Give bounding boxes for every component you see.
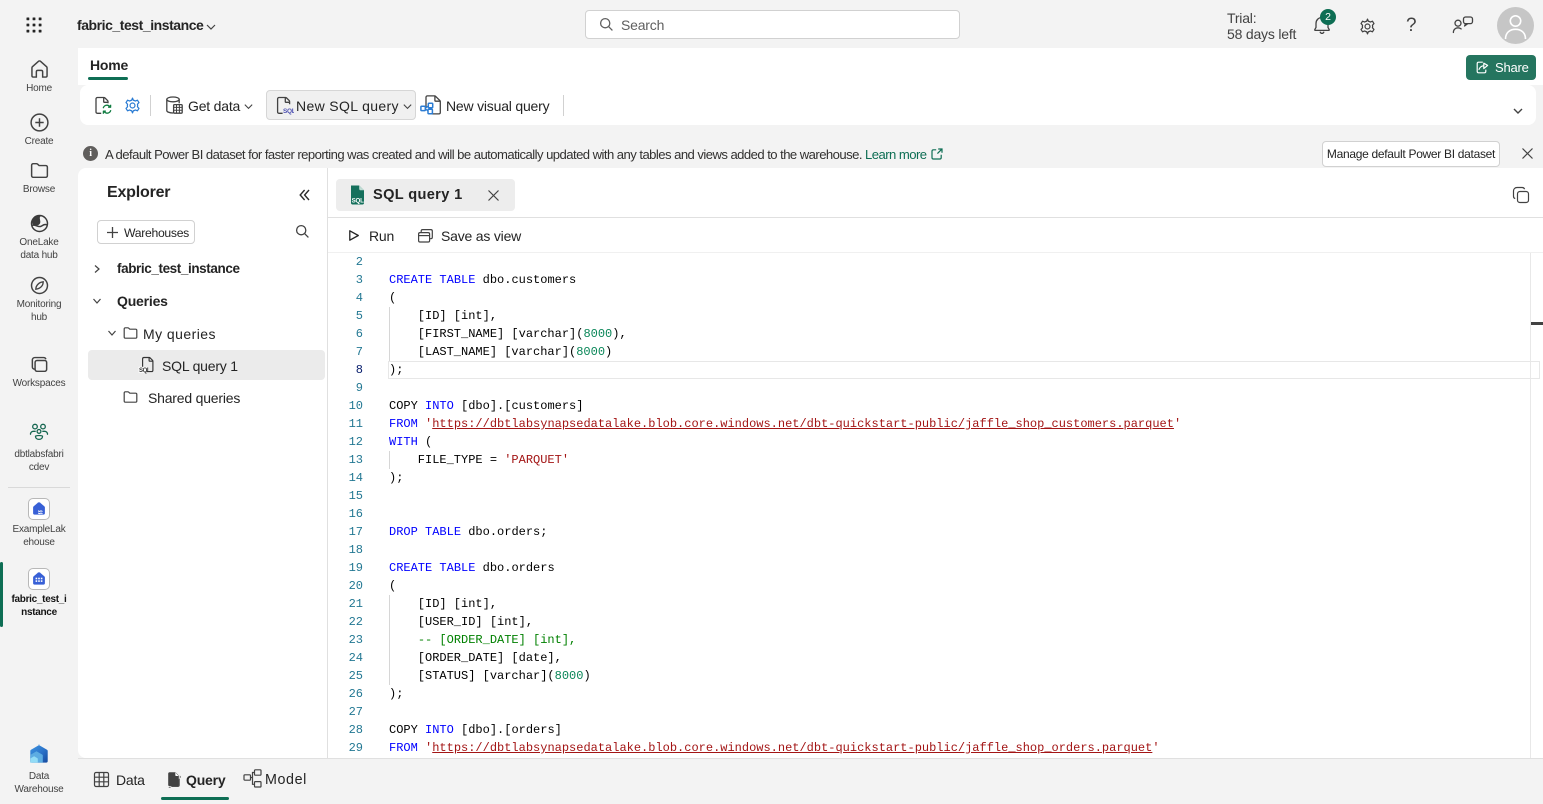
svg-text:SQL: SQL [352,198,365,205]
svg-text:SQL: SQL [139,368,151,374]
svg-text:SQL: SQL [283,108,294,115]
